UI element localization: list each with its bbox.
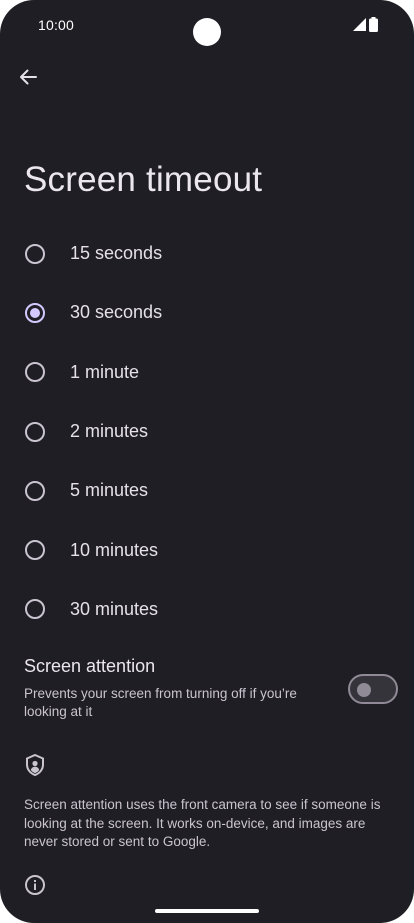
screen-attention-toggle[interactable]	[348, 674, 398, 704]
timeout-option-1-minute[interactable]: 1 minute	[0, 343, 414, 402]
system-icons	[353, 16, 378, 32]
timeout-option-5-minutes[interactable]: 5 minutes	[0, 461, 414, 520]
timeout-option-30-seconds[interactable]: 30 seconds	[0, 283, 414, 342]
back-button[interactable]	[14, 63, 42, 91]
screen-attention-setting[interactable]: Screen attention Prevents your screen fr…	[24, 656, 398, 726]
timeout-option-2-minutes[interactable]: 2 minutes	[0, 402, 414, 461]
radio-button[interactable]	[25, 540, 45, 561]
timeout-option-15-seconds[interactable]: 15 seconds	[0, 224, 414, 283]
option-label: 2 minutes	[70, 421, 149, 442]
option-label: 1 minute	[70, 361, 140, 382]
radio-button[interactable]	[25, 480, 45, 501]
option-label: 5 minutes	[70, 480, 149, 501]
battery-icon	[369, 16, 378, 32]
option-label: 30 minutes	[70, 598, 159, 619]
radio-button[interactable]	[25, 362, 45, 383]
arrow-back-icon	[20, 69, 37, 85]
timeout-option-30-minutes[interactable]: 30 minutes	[0, 580, 414, 639]
signal-icon	[353, 17, 366, 31]
status-time: 10:00	[38, 17, 75, 33]
status-bar: 10:00	[0, 0, 414, 50]
screen-attention-title: Screen attention	[24, 656, 156, 676]
option-label: 30 seconds	[70, 302, 163, 323]
privacy-description: Screen attention uses the front camera t…	[24, 797, 381, 849]
timeout-options: 15 seconds 30 seconds 1 minute 2 minutes…	[0, 224, 414, 639]
privacy-shield-icon	[26, 754, 44, 776]
camera-cutout	[193, 18, 221, 46]
gesture-navigation-handle[interactable]	[155, 909, 259, 913]
timeout-option-10-minutes[interactable]: 10 minutes	[0, 520, 414, 579]
option-label: 10 minutes	[70, 539, 159, 560]
radio-button[interactable]	[25, 599, 45, 620]
radio-button-selected[interactable]	[25, 302, 45, 323]
radio-button[interactable]	[25, 421, 45, 442]
screen-attention-subtitle: Prevents your screen from turning off if…	[24, 686, 297, 719]
option-label: 15 seconds	[70, 243, 163, 264]
info-icon	[25, 875, 45, 895]
page-title: Screen timeout	[24, 160, 263, 199]
toggle-knob	[357, 683, 371, 697]
phone-screen: 10:00 Screen timeout 15 seconds 30 secon…	[0, 0, 414, 923]
radio-button[interactable]	[25, 243, 45, 264]
